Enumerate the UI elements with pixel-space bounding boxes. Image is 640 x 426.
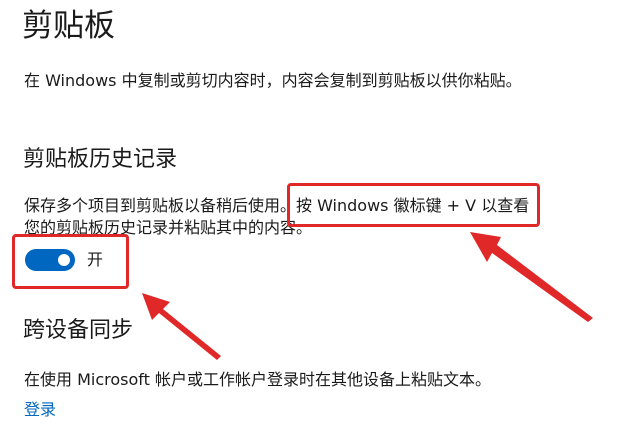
history-heading: 剪贴板历史记录 bbox=[23, 147, 178, 172]
arrow-to-shortcut-icon bbox=[470, 232, 593, 322]
sync-heading: 跨设备同步 bbox=[23, 318, 134, 343]
clipboard-intro-text: 在 Windows 中复制或剪切内容时，内容会复制到剪贴板以供你粘贴。 bbox=[24, 71, 522, 90]
toggle-highlight-box bbox=[12, 234, 129, 289]
shortcut-highlight-box bbox=[287, 183, 540, 227]
signin-link[interactable]: 登录 bbox=[24, 399, 56, 421]
page-title: 剪贴板 bbox=[22, 8, 115, 44]
arrow-to-toggle-icon bbox=[142, 293, 221, 360]
sync-description: 在使用 Microsoft 帐户或工作帐户登录时在其他设备上粘贴文本。 bbox=[24, 370, 491, 389]
